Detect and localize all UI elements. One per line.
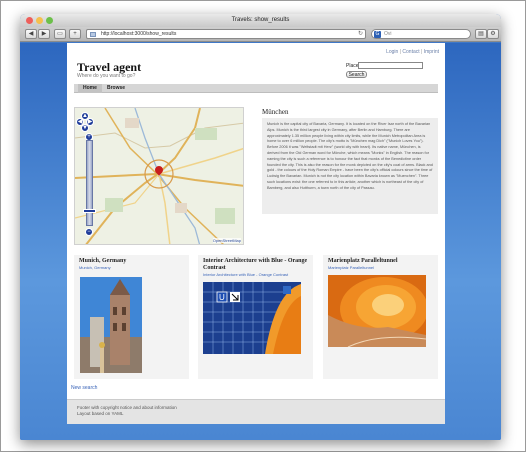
imprint-link[interactable]: Imprint [424,49,439,55]
card-link[interactable]: Interior Architecture with Blue - Orange… [203,272,308,277]
settings-button[interactable]: ⚙ [487,29,499,39]
map-tiles [75,108,243,244]
reload-icon[interactable]: ↻ [358,30,363,39]
address-bar[interactable]: http://localhost:3000/show_results ↻ [86,29,366,39]
svg-text:U: U [219,293,225,302]
card-photo[interactable] [328,275,426,347]
back-arrow-icon: ◀ [28,31,34,37]
top-links: Login | Contact | Imprint [386,49,439,55]
minimize-window-button[interactable] [36,17,43,24]
forward-arrow-icon: ▶ [41,31,47,37]
browser-viewport: Login | Contact | Imprint Travel agent W… [20,43,501,440]
footer-layout-note: Layout based on YAML [77,411,124,416]
footer-copyright: Footer with copyright notice and about i… [77,405,177,410]
login-link[interactable]: Login [386,49,398,55]
contact-link[interactable]: Contact [402,49,419,55]
photo-card[interactable]: Interior Architecture with Blue - Orange… [198,255,313,379]
screenshot-frame: Travels: show_results ◀ ▶ ▭ + http://loc… [0,0,526,452]
window-controls [26,17,53,24]
site-tagline: Where do you want to go? [77,73,136,79]
photo-cards: Munich, Germany Munich, Germany Interior… [74,255,438,391]
page-favicon-icon [90,32,96,37]
reader-button[interactable]: ▭ [54,29,66,39]
zoom-window-button[interactable] [46,17,53,24]
card-link[interactable]: Munich, Germany [79,265,184,270]
new-search-link[interactable]: New search [71,385,97,391]
plus-icon: + [73,31,77,37]
photo-card[interactable]: Marienplatz Paralleltunnel Marienplatz P… [323,255,438,379]
city-description: Munich is the capital city of Bavaria, G… [262,118,438,214]
photo-card[interactable]: Munich, Germany Munich, Germany [74,255,189,379]
nav-home[interactable]: Home [78,84,102,93]
window-titlebar: Travels: show_results [20,14,501,27]
card-title: Munich, Germany [79,258,127,264]
browser-window: Travels: show_results ◀ ▶ ▭ + http://loc… [20,14,501,440]
card-title: Interior Architecture with Blue - Orange… [203,258,308,271]
page-menu-button[interactable]: ▤ [475,29,487,39]
search-button[interactable]: Search [346,71,367,78]
main-nav: Home Browse [74,84,438,93]
nav-browse[interactable]: Browse [102,84,130,93]
browser-toolbar: ◀ ▶ ▭ + http://localhost:3000/show_resul… [20,27,501,42]
map-attribution[interactable]: OpenStreetMap [212,238,241,243]
window-title: Travels: show_results [231,17,290,23]
close-window-button[interactable] [26,17,33,24]
search-engine-icon: G [374,31,381,38]
city-map[interactable]: ▲ ◀ ▶ ▼ + − OpenStreetMap [74,107,244,245]
book-icon: ▭ [57,31,63,37]
zoom-slider-handle[interactable] [83,209,96,213]
card-link[interactable]: Marienplatz Paralleltunnel [328,265,433,270]
place-label: Place [346,63,359,69]
zoom-out-icon[interactable]: − [85,228,93,236]
search-placeholder: Ovi [384,31,392,37]
back-button[interactable]: ◀ [25,29,37,39]
card-photo[interactable]: U [203,282,301,354]
web-page: Login | Contact | Imprint Travel agent W… [67,43,445,424]
card-photo[interactable] [80,277,142,373]
city-title: München [262,108,289,116]
address-url: http://localhost:3000/show_results [101,31,177,37]
pan-down-icon[interactable]: ▼ [81,124,89,132]
add-bookmark-button[interactable]: + [69,29,81,39]
page-icon: ▤ [478,31,484,37]
forward-button[interactable]: ▶ [38,29,50,39]
zoom-bar[interactable] [86,140,93,226]
page-footer: Footer with copyright notice and about i… [67,399,445,424]
browser-search-field[interactable]: G Ovi [371,29,471,39]
place-input[interactable] [358,62,423,69]
gear-icon: ⚙ [490,31,496,37]
card-title: Marienplatz Paralleltunnel [328,258,398,264]
